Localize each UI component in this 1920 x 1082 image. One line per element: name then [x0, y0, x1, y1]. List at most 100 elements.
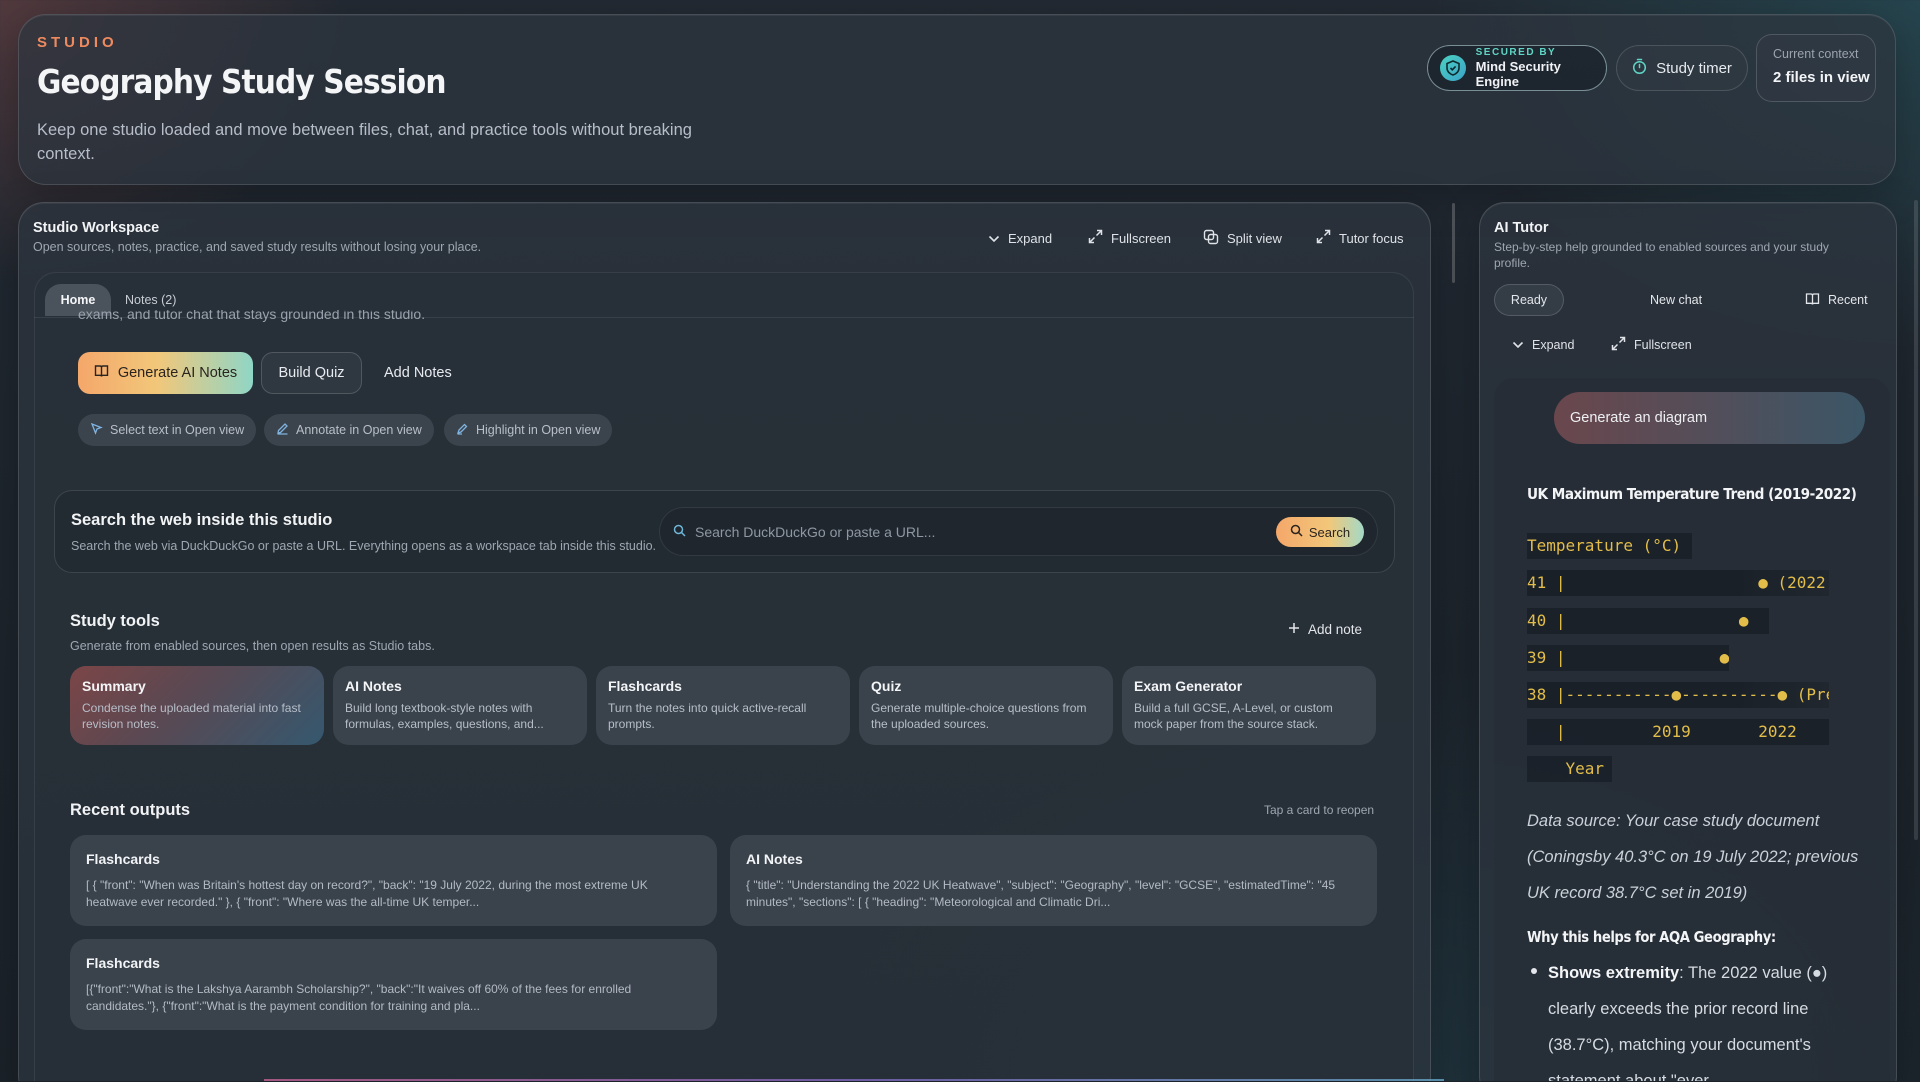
tool-desc: Build a full GCSE, A-Level, or custom mo…: [1134, 701, 1333, 731]
add-notes-button[interactable]: Add Notes: [384, 352, 452, 394]
chevron-down-icon: [1512, 338, 1524, 352]
search-button[interactable]: Search: [1276, 517, 1364, 547]
web-search-input[interactable]: Search DuckDuckGo or paste a URL...: [659, 507, 1378, 556]
tutor-fullscreen-button[interactable]: Fullscreen: [1611, 335, 1692, 355]
output-preview: { "title": "Understanding the 2022 UK He…: [746, 878, 1336, 909]
panel-resize-handle[interactable]: [1452, 203, 1455, 283]
add-note-button[interactable]: Add note: [1288, 622, 1362, 637]
study-tools-subtitle: Generate from enabled sources, then open…: [70, 639, 435, 653]
shield-icon: [1440, 55, 1466, 81]
select-text-chip[interactable]: Select text in Open view: [78, 414, 257, 446]
tool-card-flashcards[interactable]: Flashcards Turn the notes into quick act…: [596, 666, 850, 745]
search-button-label: Search: [1308, 524, 1351, 540]
new-chat-button[interactable]: New chat: [1650, 284, 1702, 316]
tool-desc: Turn the notes into quick active-recall …: [608, 701, 807, 731]
scrollbar[interactable]: [1914, 200, 1918, 840]
tool-card-exam-generator[interactable]: Exam Generator Build a full GCSE, A-Leve…: [1122, 666, 1376, 745]
context-label: Current context: [1773, 47, 1859, 61]
security-engine-name: Mind Security Engine: [1475, 59, 1561, 89]
web-search-subtitle: Search the web via DuckDuckGo or paste a…: [71, 539, 657, 553]
study-tools-title: Study tools: [70, 612, 160, 630]
tool-title: Exam Generator: [1134, 678, 1243, 694]
clipped-intro-text: exams, and tutor chat that stays grounde…: [78, 310, 426, 322]
generate-ai-notes-button[interactable]: Generate AI Notes: [78, 352, 253, 394]
annotate-chip[interactable]: Annotate in Open view: [264, 414, 434, 446]
ascii-chart-row-41: 41 | ● (2022: 4: [1527, 570, 1829, 596]
ascii-chart-x-axis: | 2019 2022: [1527, 719, 1829, 745]
tool-desc: Generate multiple-choice questions from …: [871, 701, 1087, 731]
tool-title: Summary: [82, 678, 146, 694]
split-view-button[interactable]: Split view: [1203, 228, 1282, 248]
recent-outputs-title: Recent outputs: [70, 801, 191, 819]
page-subtitle: Keep one studio loaded and move between …: [37, 121, 692, 163]
add-note-label: Add note: [1308, 622, 1363, 637]
tool-title: AI Notes: [345, 678, 402, 694]
user-message: Generate an diagram: [1554, 392, 1865, 444]
output-title: AI Notes: [746, 851, 803, 867]
expand-button[interactable]: Expand: [988, 228, 1052, 248]
timer-label: Study timer: [1656, 59, 1732, 77]
tutor-focus-button[interactable]: Tutor focus: [1316, 228, 1404, 248]
fullscreen-label: Fullscreen: [1634, 338, 1692, 352]
book-icon: [1805, 292, 1820, 309]
fullscreen-label: Fullscreen: [1111, 230, 1171, 246]
generate-label: Generate AI Notes: [117, 365, 238, 381]
workspace-subtitle: Open sources, notes, practice, and saved…: [33, 240, 482, 254]
pencil-icon: [276, 422, 289, 438]
tool-desc: Condense the uploaded material into fast…: [82, 701, 301, 731]
search-icon: [673, 524, 686, 540]
data-source-note: Data source: Your case study document (C…: [1527, 812, 1859, 902]
expand-label: Expand: [1008, 230, 1053, 246]
tutor-expand-button[interactable]: Expand: [1512, 335, 1574, 355]
context-value: 2 files in view: [1773, 69, 1870, 86]
status-badge[interactable]: Ready: [1494, 284, 1564, 316]
why-heading: Why this helps for AQA Geography:: [1527, 928, 1776, 946]
output-preview: [{"front":"What is the Lakshya Aarambh S…: [86, 982, 632, 1013]
search-placeholder: Search DuckDuckGo or paste a URL...: [695, 523, 936, 540]
ascii-chart-row-40: 40 | ●: [1527, 608, 1769, 634]
bullet-item: Shows extremity: The 2022 value (●) clea…: [1528, 955, 1868, 1082]
brand-label: STUDIO: [37, 34, 118, 51]
book-icon: [94, 364, 109, 382]
tool-title: Flashcards: [608, 678, 682, 694]
recent-output-card[interactable]: Flashcards [{"front":"What is the Lakshy…: [70, 939, 717, 1030]
build-quiz-button[interactable]: Build Quiz: [261, 352, 362, 394]
recent-output-card[interactable]: AI Notes { "title": "Understanding the 2…: [730, 835, 1377, 926]
current-context-box: Current context 2 files in view: [1756, 34, 1876, 102]
plus-icon: [1288, 622, 1300, 637]
output-title: Flashcards: [86, 955, 160, 971]
fullscreen-icon: [1088, 229, 1103, 247]
chevron-down-icon: [988, 231, 1000, 246]
expand-label: Expand: [1532, 338, 1575, 352]
tool-desc: Build long textbook-style notes with for…: [345, 701, 544, 731]
chip-label: Annotate in Open view: [296, 423, 422, 437]
page-title: Geography Study Session: [37, 62, 446, 101]
web-search-title: Search the web inside this studio: [71, 511, 333, 529]
search-icon: [1290, 524, 1303, 540]
tutor-subtitle: Step-by-step help grounded to enabled so…: [1494, 240, 1829, 270]
split-view-icon: [1203, 229, 1219, 248]
tutor-title: AI Tutor: [1494, 220, 1549, 236]
study-timer-button[interactable]: Study timer: [1616, 45, 1748, 91]
split-view-label: Split view: [1227, 230, 1282, 246]
response-chart-title: UK Maximum Temperature Trend (2019-2022): [1527, 485, 1857, 503]
ascii-chart-row-38: 38 |-----------●----------● (Previo: [1527, 682, 1829, 708]
bullet-bold: Shows extremity: [1548, 964, 1680, 982]
tool-card-quiz[interactable]: Quiz Generate multiple-choice questions …: [859, 666, 1113, 745]
highlight-chip[interactable]: Highlight in Open view: [444, 414, 613, 446]
security-badge[interactable]: SECURED BY Mind Security Engine: [1427, 45, 1607, 91]
ascii-chart-xlabel: Year: [1527, 756, 1612, 782]
tool-card-ai-notes[interactable]: AI Notes Build long textbook-style notes…: [333, 666, 587, 745]
recent-output-card[interactable]: Flashcards [ { "front": "When was Britai…: [70, 835, 717, 926]
workspace-title: Studio Workspace: [33, 220, 160, 236]
expand-arrows-icon: [1316, 229, 1331, 247]
fullscreen-icon: [1611, 336, 1626, 354]
cursor-icon: [90, 422, 103, 438]
ascii-chart-row-39: 39 | ●: [1527, 645, 1729, 671]
secured-by-label: SECURED BY: [1475, 47, 1557, 58]
chip-label: Select text in Open view: [110, 423, 245, 437]
fullscreen-button[interactable]: Fullscreen: [1088, 228, 1171, 248]
recent-chats-button[interactable]: Recent: [1805, 284, 1868, 316]
tool-title: Quiz: [871, 678, 902, 694]
tool-card-summary[interactable]: Summary Condense the uploaded material i…: [70, 666, 324, 745]
